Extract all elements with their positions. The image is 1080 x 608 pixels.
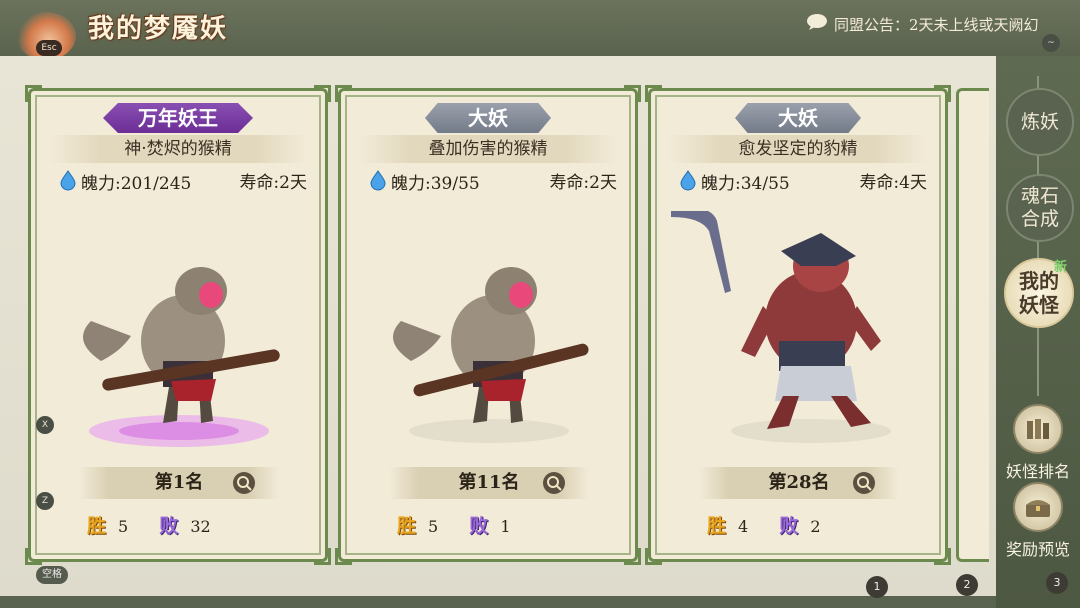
win-count: 5 — [118, 517, 129, 536]
esc-hotkey-label: Esc — [36, 40, 62, 56]
life-value: 2天 — [589, 173, 617, 193]
treasure-chest-icon — [1013, 482, 1063, 532]
announcement-text: 同盟公告：2天未上线或天阙幻 — [834, 16, 1039, 34]
monster-ranking-button[interactable]: 妖怪排名 — [998, 404, 1078, 482]
life-value: 2天 — [279, 173, 307, 193]
tilde-hotkey-badge: ~ — [1042, 34, 1060, 52]
new-badge: 新 — [1054, 260, 1068, 275]
next-card-peek[interactable] — [956, 88, 989, 562]
soul-drop-icon — [677, 169, 699, 200]
lose-label: 败 — [469, 515, 489, 537]
tier-badge: 大妖 — [735, 103, 861, 133]
back-button[interactable]: Esc — [16, 12, 76, 60]
power-label: 魄力: — [391, 174, 431, 194]
power-label: 魄力: — [81, 174, 121, 194]
page-button-1[interactable]: 1 — [866, 576, 888, 598]
win-label: 胜 — [87, 515, 107, 537]
life-label: 寿命: — [549, 173, 590, 193]
soulstone-synthesis-tab[interactable]: 魂石 合成 — [1006, 174, 1074, 242]
life-label: 寿命: — [239, 173, 280, 193]
rewards-label: 奖励预览 — [1005, 540, 1070, 559]
page-button-3[interactable]: 3 — [1046, 572, 1068, 594]
win-count: 5 — [428, 517, 439, 536]
lose-count: 2 — [810, 517, 821, 536]
battle-record: 胜4 败2 — [707, 513, 907, 539]
page-button-2[interactable]: 2 — [956, 574, 978, 596]
soul-drop-icon — [367, 169, 389, 200]
x-hotkey-badge: X — [36, 416, 54, 434]
power-value: 34/55 — [740, 174, 790, 194]
power-value: 39/55 — [430, 174, 480, 194]
demon-name: 愈发坚定的豹精 — [669, 135, 927, 163]
power-label: 魄力: — [701, 174, 741, 194]
win-label: 胜 — [397, 515, 417, 537]
bottom-strip — [0, 596, 996, 608]
soulstone-line1: 魂石 — [1020, 185, 1059, 208]
monkey-demon-figure — [51, 211, 305, 451]
leopard-demon-figure — [671, 207, 925, 451]
demon-name: 叠加伤害的猴精 — [359, 135, 617, 163]
lose-count: 32 — [190, 517, 211, 536]
tier-badge: 大妖 — [425, 103, 551, 133]
ranking-book-icon — [1013, 404, 1063, 454]
z-hotkey-badge: Z — [36, 492, 54, 510]
win-count: 4 — [738, 517, 749, 536]
my-monsters-line1: 我的 — [1019, 269, 1059, 293]
ranking-label: 妖怪排名 — [1005, 462, 1070, 481]
win-label: 胜 — [707, 515, 727, 537]
demon-card-2[interactable]: 大妖 叠加伤害的猴精 魄力:39/55 寿命:2天 第11名 胜5 败1 — [335, 85, 641, 565]
rank-search-icon[interactable] — [853, 472, 875, 494]
demon-name: 神·焚烬的猴精 — [49, 135, 307, 163]
rank-search-icon[interactable] — [543, 472, 565, 494]
demon-stats: 魄力:34/55 寿命:4天 — [677, 169, 927, 197]
reward-preview-button[interactable]: 奖励预览 — [998, 482, 1078, 560]
tier-badge: 万年妖王 — [103, 103, 253, 133]
demon-stats: 魄力:39/55 寿命:2天 — [367, 169, 617, 197]
my-monsters-line2: 妖怪 — [1019, 293, 1059, 317]
battle-record: 胜5 败 32 — [87, 513, 287, 539]
lose-label: 败 — [159, 515, 179, 537]
demon-card-3[interactable]: 大妖 愈发坚定的豹精 魄力:34/55 寿命:4天 第28名 胜4 败2 — [645, 85, 951, 565]
demon-card-1[interactable]: 万年妖王 神·焚烬的猴精 魄力:201/245 寿命:2天 第1名 胜5 败 32 — [25, 85, 331, 565]
lose-count: 1 — [500, 517, 511, 536]
soul-drop-icon — [57, 169, 79, 200]
rank-search-icon[interactable] — [233, 472, 255, 494]
battle-record: 胜5 败1 — [397, 513, 597, 539]
alliance-announcement[interactable]: 同盟公告：2天未上线或天阙幻 — [806, 12, 1076, 38]
page-title: 我的梦魇妖 — [88, 14, 229, 44]
life-label: 寿命: — [859, 173, 900, 193]
power-value: 201/245 — [120, 174, 192, 194]
monkey-demon-figure — [361, 211, 615, 451]
life-value: 4天 — [899, 173, 927, 193]
demon-stats: 魄力:201/245 寿命:2天 — [57, 169, 307, 197]
lose-label: 败 — [779, 515, 799, 537]
chat-bubble-icon — [806, 13, 828, 38]
refine-tab[interactable]: 炼妖 — [1006, 88, 1074, 156]
soulstone-line2: 合成 — [1020, 208, 1059, 230]
space-hotkey-badge: 空格 — [36, 566, 68, 584]
